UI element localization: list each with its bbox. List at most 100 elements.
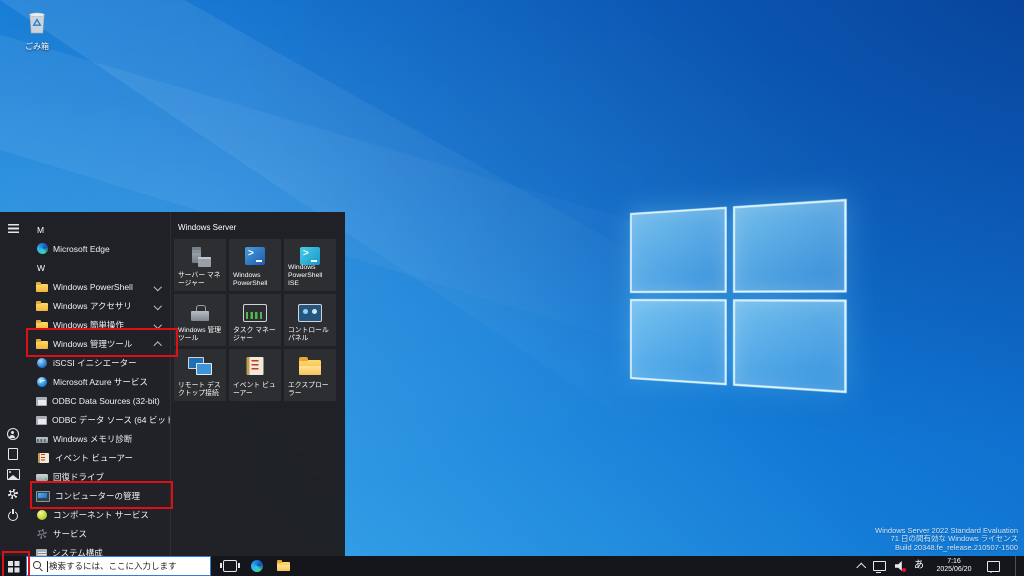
task-manager-icon (243, 304, 267, 322)
hamburger-icon (7, 223, 19, 233)
app-list-item[interactable]: 回復ドライブ (26, 467, 170, 486)
recycle-bin-shortcut[interactable]: ごみ箱 (14, 8, 60, 52)
clock-date: 2025/06/20 (936, 566, 972, 573)
pictures-icon (6, 468, 20, 480)
app-list-label: コンピューターの管理 (55, 490, 141, 501)
tile-grid: サーバー マネージャー Windows PowerShell Windows Pow… (174, 239, 336, 401)
tile-label: イベント ビューアー (233, 382, 276, 397)
document-icon (8, 448, 18, 460)
start-tile[interactable]: Windows 管理ツール (174, 294, 226, 346)
hidden-icons-chevron-icon[interactable] (856, 562, 866, 573)
taskbar-search-box[interactable] (26, 556, 211, 576)
windows-logo-pane (630, 206, 727, 293)
file-explorer-taskbar-button[interactable] (277, 559, 290, 571)
edge-taskbar-button[interactable] (251, 560, 263, 572)
rail-menu-button[interactable] (0, 218, 26, 238)
app-list-item[interactable]: Microsoft Edge (26, 239, 170, 258)
azure-icon (37, 376, 47, 387)
ime-indicator[interactable]: あ (914, 561, 924, 571)
app-list-folder[interactable]: Windows PowerShell (26, 277, 170, 296)
wallpaper-windows-logo (630, 198, 847, 394)
show-desktop-button[interactable] (1015, 556, 1020, 576)
rail-settings-button[interactable] (0, 484, 26, 504)
tile-label: エクスプローラー (288, 382, 329, 397)
app-list-label: ODBC Data Sources (32-bit) (52, 395, 160, 406)
app-list-folder[interactable]: Windows 管理ツール (26, 334, 170, 353)
app-list-label: W (37, 262, 46, 273)
tile-group-label[interactable]: Windows Server (178, 223, 236, 232)
app-list-item[interactable]: サービス (26, 524, 170, 543)
start-tile[interactable]: イベント ビューアー (229, 349, 281, 401)
app-list-label: Windows メモリ診断 (53, 433, 133, 444)
start-menu-app-list: M Microsoft Edge W Windows PowerShell Window… (26, 212, 170, 560)
app-list-item[interactable]: ODBC データ ソース (64 ビット) (26, 410, 170, 429)
rail-pictures-button[interactable] (0, 464, 26, 484)
folder-icon (36, 301, 48, 311)
app-list-section-header[interactable]: W (26, 258, 170, 277)
windows-logo-pane (732, 299, 847, 394)
app-list-label: イベント ビューアー (55, 452, 134, 463)
server-manager-icon (189, 247, 211, 267)
tile-label: タスク マネージャー (233, 327, 276, 342)
windows-logo-pane (630, 299, 727, 386)
odbc-icon (36, 416, 47, 425)
start-tile[interactable]: Windows PowerShell (229, 239, 281, 291)
app-list-label: Microsoft Azure サービス (53, 376, 148, 387)
start-tile[interactable]: コントロール パネル (284, 294, 336, 346)
iscsi-icon (37, 357, 47, 368)
rail-account-button[interactable] (0, 424, 26, 444)
services-icon (37, 528, 47, 539)
app-list-folder[interactable]: Windows アクセサリ (26, 296, 170, 315)
network-icon[interactable] (873, 561, 886, 573)
app-list-label: Windows アクセサリ (53, 300, 132, 311)
app-list-label: iSCSI イニシエーター (53, 357, 137, 368)
volume-muted-icon[interactable] (895, 561, 906, 572)
app-list-item[interactable]: イベント ビューアー (26, 448, 170, 467)
recycle-bin-icon (29, 12, 45, 34)
action-center-icon[interactable] (987, 560, 1000, 573)
taskbar: あ 7:16 2025/06/20 (0, 556, 1024, 576)
app-list-item[interactable]: コンポーネント サービス (26, 505, 170, 524)
explorer-icon (299, 357, 321, 375)
taskbar-clock[interactable]: 7:16 2025/06/20 (933, 558, 975, 574)
start-button[interactable] (0, 556, 26, 576)
app-list-label: M (37, 224, 45, 235)
app-list-label: サービス (53, 528, 88, 539)
start-tile[interactable]: リモート デスクトップ接続 (174, 349, 226, 401)
start-menu: M Microsoft Edge W Windows PowerShell Window… (0, 212, 345, 560)
desktop: ごみ箱 Windows Server 2022 Standard Evaluat… (0, 0, 1024, 576)
tile-label: コントロール パネル (288, 327, 329, 342)
powershell-ise-icon (300, 247, 320, 265)
edge-icon (36, 243, 48, 254)
event-icon (246, 357, 264, 375)
tile-label: リモート デスクトップ接続 (178, 382, 221, 397)
start-tile[interactable]: エクスプローラー (284, 349, 336, 401)
chevron-down-icon (153, 282, 162, 291)
rail-power-button[interactable] (0, 504, 26, 524)
start-tile[interactable]: サーバー マネージャー (174, 239, 226, 291)
start-tile[interactable]: タスク マネージャー (229, 294, 281, 346)
app-list-label: Windows PowerShell (53, 281, 133, 292)
rail-documents-button[interactable] (0, 444, 26, 464)
app-list-label: Windows 管理ツール (53, 338, 133, 349)
task-view-button[interactable] (220, 560, 240, 572)
start-tile[interactable]: Windows PowerShell ISE (284, 239, 336, 291)
app-list-section-header[interactable]: M (26, 220, 170, 239)
event-icon (37, 452, 49, 463)
app-list-label: ODBC データ ソース (64 ビット) (52, 414, 170, 425)
app-list-item[interactable]: Microsoft Azure サービス (26, 372, 170, 391)
clock-time: 7:16 (947, 558, 961, 565)
search-input[interactable] (49, 561, 210, 571)
app-list-item[interactable]: iSCSI イニシエーター (26, 353, 170, 372)
start-menu-rail (0, 212, 26, 560)
component-icon (37, 509, 47, 520)
user-icon (7, 428, 19, 440)
folder-icon (36, 320, 48, 330)
system-tray: あ 7:16 2025/06/20 (856, 556, 1024, 576)
app-list-item[interactable]: ODBC Data Sources (32-bit) (26, 391, 170, 410)
app-list-folder[interactable]: Windows 簡単操作 (26, 315, 170, 334)
app-list-label: 回復ドライブ (53, 471, 105, 482)
windows-logo-pane (732, 198, 847, 293)
app-list-item[interactable]: Windows メモリ診断 (26, 429, 170, 448)
app-list-item[interactable]: コンピューターの管理 (26, 486, 170, 505)
